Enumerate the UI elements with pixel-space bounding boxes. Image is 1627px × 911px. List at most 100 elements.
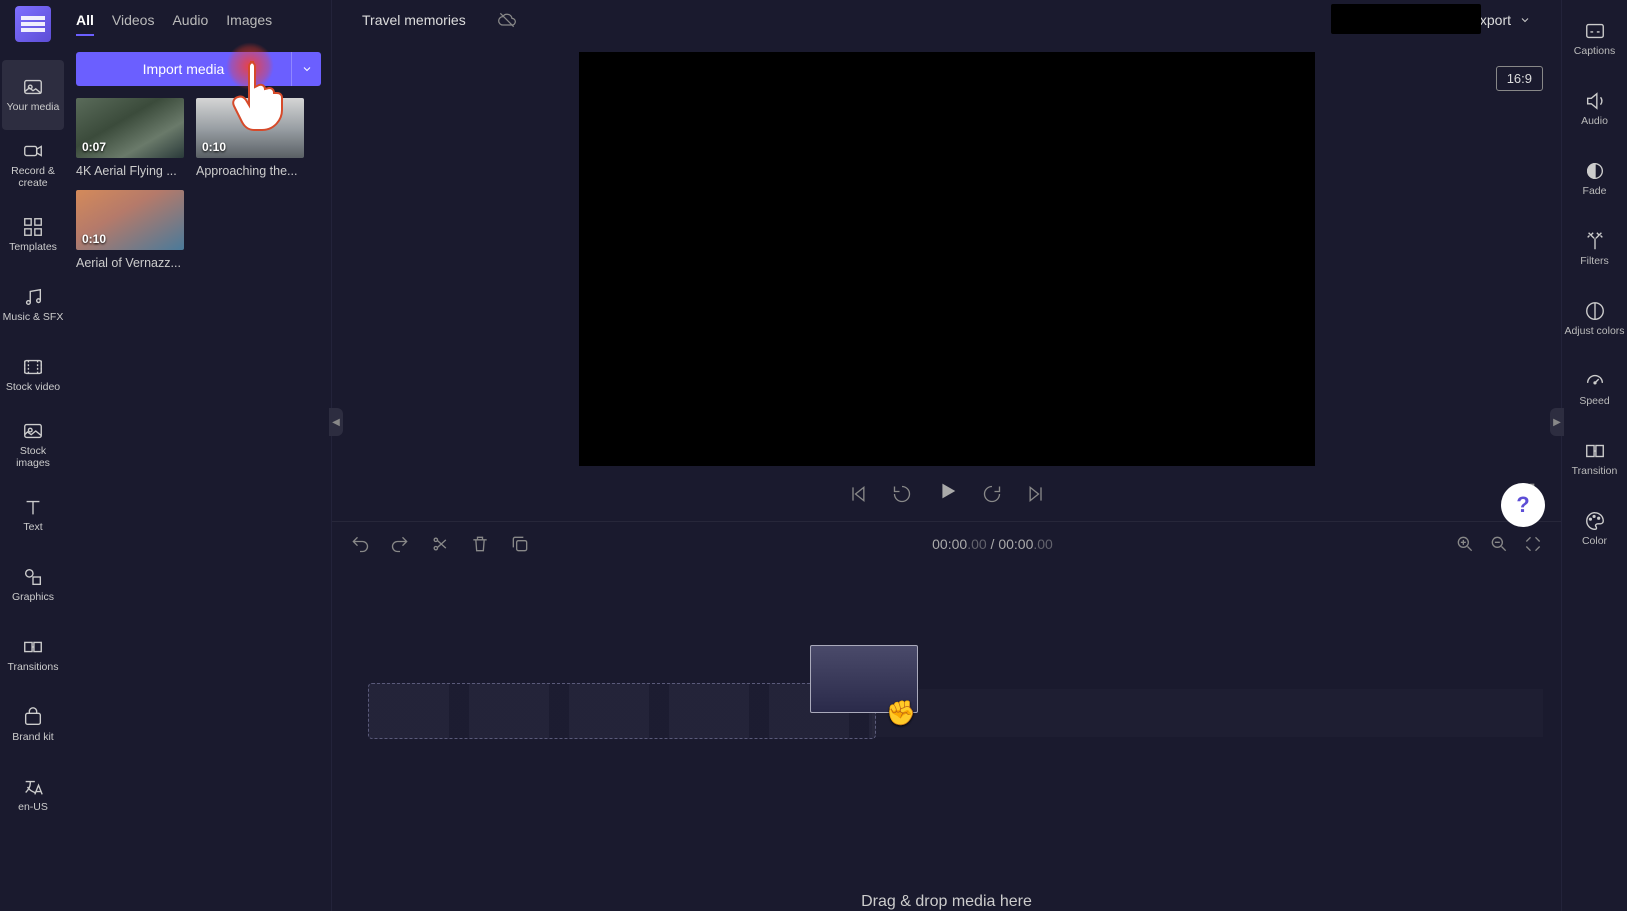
import-media-button[interactable]: Import media: [76, 52, 291, 86]
nav-label: Music & SFX: [3, 312, 64, 324]
prop-adjust-colors[interactable]: Adjust colors: [1564, 284, 1626, 354]
nav-brand-kit[interactable]: Brand kit: [2, 690, 64, 760]
tab-images[interactable]: Images: [226, 12, 272, 36]
zoom-out-icon[interactable]: [1489, 534, 1509, 554]
timecode-total-fraction: .00: [1033, 536, 1052, 552]
nav-record-create[interactable]: Record & create: [2, 130, 64, 200]
nav-label: Your media: [7, 102, 60, 114]
nav-templates[interactable]: Templates: [2, 200, 64, 270]
video-preview[interactable]: [579, 52, 1315, 466]
graphics-icon: [21, 566, 45, 588]
center-column: Travel memories Export 16:9: [332, 0, 1561, 911]
nav-stock-video[interactable]: Stock video: [2, 340, 64, 410]
media-icon: [21, 76, 45, 98]
timeline-area[interactable]: ✊ Drag & drop media here: [332, 565, 1561, 911]
prop-label: Transition: [1572, 466, 1618, 478]
nav-text[interactable]: Text: [2, 480, 64, 550]
project-title[interactable]: Travel memories: [362, 12, 466, 28]
import-media-wrap: Import media: [66, 44, 331, 98]
language-icon: [21, 776, 45, 798]
prop-filters[interactable]: Filters: [1564, 214, 1626, 284]
nav-music-sfx[interactable]: Music & SFX: [2, 270, 64, 340]
transition-icon: [1583, 440, 1607, 462]
nav-language[interactable]: en-US: [2, 760, 64, 830]
media-name: Aerial of Vernazz...: [76, 256, 184, 270]
play-button[interactable]: [936, 480, 958, 507]
media-name: 4K Aerial Flying ...: [76, 164, 184, 178]
music-icon: [21, 286, 45, 308]
grab-cursor-icon: ✊: [886, 699, 916, 728]
timeline-drop-slot[interactable]: [368, 683, 876, 739]
import-media-dropdown[interactable]: [291, 52, 321, 86]
header-spacer: [1331, 4, 1481, 34]
app-logo[interactable]: [15, 6, 51, 42]
media-panel: All Videos Audio Images Import media 0:0…: [66, 0, 332, 911]
timeline-track[interactable]: [872, 689, 1543, 737]
topbar: Travel memories Export: [332, 0, 1561, 40]
timecode-current-fraction: .00: [967, 536, 986, 552]
nav-label: Stock video: [6, 382, 60, 394]
stockvideo-icon: [21, 356, 45, 378]
audio-icon: [1583, 90, 1607, 112]
forward-icon[interactable]: [982, 484, 1002, 504]
prop-captions[interactable]: Captions: [1564, 4, 1626, 74]
help-button[interactable]: ?: [1501, 483, 1545, 527]
media-thumbnail-image: 0:10: [196, 98, 304, 158]
nav-label: Stock images: [2, 446, 64, 469]
tab-videos[interactable]: Videos: [112, 12, 155, 36]
brandkit-icon: [21, 706, 45, 728]
record-icon: [21, 140, 45, 162]
media-item[interactable]: 0:10 Aerial of Vernazz...: [76, 190, 184, 270]
prop-color[interactable]: Color: [1564, 494, 1626, 564]
collapse-right-panel-button[interactable]: ▶: [1550, 408, 1564, 436]
rewind-icon[interactable]: [892, 484, 912, 504]
prop-label: Fade: [1583, 186, 1607, 198]
media-duration: 0:10: [82, 232, 106, 246]
nav-your-media[interactable]: Your media: [2, 60, 64, 130]
left-nav-rail: Your media Record & create Templates Mus…: [0, 0, 66, 911]
prop-fade[interactable]: Fade: [1564, 144, 1626, 214]
nav-label: Brand kit: [12, 732, 53, 744]
prop-label: Speed: [1579, 396, 1609, 408]
media-item[interactable]: 0:10 Approaching the...: [196, 98, 304, 178]
color-icon: [1583, 510, 1607, 532]
aspect-ratio-button[interactable]: 16:9: [1496, 66, 1543, 91]
timeline-toolbar: 00:00.00 / 00:00.00: [332, 521, 1561, 565]
prop-transition[interactable]: Transition: [1564, 424, 1626, 494]
prop-label: Audio: [1581, 116, 1608, 128]
media-duration: 0:07: [82, 140, 106, 154]
redo-icon[interactable]: [390, 534, 410, 554]
skip-back-icon[interactable]: [848, 484, 868, 504]
playback-controls: [350, 480, 1543, 507]
split-icon[interactable]: [430, 534, 450, 554]
prop-label: Filters: [1580, 256, 1609, 268]
zoom-fit-icon[interactable]: [1523, 534, 1543, 554]
media-tabs: All Videos Audio Images: [66, 0, 331, 44]
templates-icon: [21, 216, 45, 238]
nav-stock-images[interactable]: Stock images: [2, 410, 64, 480]
tab-all[interactable]: All: [76, 12, 94, 36]
text-icon: [21, 496, 45, 518]
prop-audio[interactable]: Audio: [1564, 74, 1626, 144]
media-item[interactable]: 0:07 4K Aerial Flying ...: [76, 98, 184, 178]
delete-icon[interactable]: [470, 534, 490, 554]
media-thumbnail-image: 0:10: [76, 190, 184, 250]
prop-speed[interactable]: Speed: [1564, 354, 1626, 424]
undo-icon[interactable]: [350, 534, 370, 554]
nav-transitions[interactable]: Transitions: [2, 620, 64, 690]
skip-forward-icon[interactable]: [1026, 484, 1046, 504]
media-duration: 0:10: [202, 140, 226, 154]
tab-audio[interactable]: Audio: [172, 12, 208, 36]
timecode-separator: /: [987, 536, 999, 552]
cloud-sync-icon[interactable]: [496, 10, 518, 30]
timeline-zoom-controls: [1455, 534, 1543, 554]
duplicate-icon[interactable]: [510, 534, 530, 554]
media-thumbnail-image: 0:07: [76, 98, 184, 158]
captions-icon: [1583, 20, 1607, 42]
drop-hint-text: Drag & drop media here: [861, 893, 1032, 911]
zoom-in-icon[interactable]: [1455, 534, 1475, 554]
prop-label: Captions: [1574, 46, 1615, 58]
play-icon: [936, 480, 958, 502]
nav-graphics[interactable]: Graphics: [2, 550, 64, 620]
prop-label: Color: [1582, 536, 1607, 548]
